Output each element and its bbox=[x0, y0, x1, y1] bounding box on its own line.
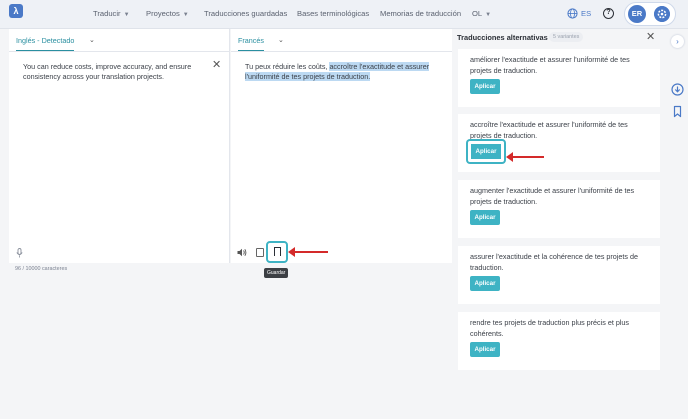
bookmark-icon bbox=[274, 247, 281, 256]
chevron-down-icon[interactable]: ⌄ bbox=[278, 36, 284, 44]
save-tooltip: Guardar bbox=[264, 268, 289, 278]
target-panel: Francés ⌄ Tu peux réduire les coûts, acc… bbox=[231, 29, 452, 263]
microphone-icon[interactable] bbox=[16, 248, 23, 258]
apply-button[interactable]: Aplicar bbox=[470, 210, 500, 225]
bookmark-icon[interactable] bbox=[671, 105, 684, 118]
nav-label: OL bbox=[472, 9, 483, 18]
divider bbox=[9, 51, 229, 52]
gear-icon[interactable] bbox=[654, 6, 670, 22]
nav-label: Traducir bbox=[93, 9, 121, 18]
alternative-text: améliorer l'exactitude et assurer l'unif… bbox=[470, 55, 630, 75]
source-language-tab[interactable]: Inglés - Detectado bbox=[16, 36, 75, 52]
chevron-down-icon[interactable]: ⌄ bbox=[89, 36, 95, 44]
alternative-card: augmenter l'exactitude et assurer l'unif… bbox=[458, 180, 660, 238]
close-icon[interactable]: ✕ bbox=[212, 58, 221, 71]
annotation-arrow bbox=[506, 152, 544, 162]
target-text-plain: Tu peux réduire les coûts, bbox=[245, 62, 330, 71]
nav-label: Proyectos bbox=[146, 9, 180, 18]
chevron-right-icon[interactable]: › bbox=[671, 35, 684, 48]
nav-bases-terminologicas[interactable]: Bases terminológicas bbox=[297, 9, 369, 18]
apply-button[interactable]: Aplicar bbox=[468, 141, 504, 162]
alternatives-title: Traducciones alternativas bbox=[457, 33, 548, 42]
source-panel: Inglés - Detectado ⌄ You can reduce cost… bbox=[9, 29, 230, 263]
alternative-card: assurer l'exactitude et la cohérence de … bbox=[458, 246, 660, 304]
alternative-card: améliorer l'exactitude et assurer l'unif… bbox=[458, 49, 660, 107]
alternative-card: rendre tes projets de traduction plus pr… bbox=[458, 312, 660, 370]
speaker-icon[interactable] bbox=[237, 248, 247, 257]
right-rail: › bbox=[667, 29, 688, 419]
nav-ol[interactable]: OL ▼ bbox=[472, 9, 491, 18]
copy-icon[interactable] bbox=[256, 248, 264, 257]
alternative-text: accroître l'exactitude et assurer l'unif… bbox=[470, 120, 628, 140]
apply-button[interactable]: Aplicar bbox=[470, 342, 500, 357]
target-language-tab[interactable]: Francés bbox=[238, 36, 264, 52]
variants-badge: 5 variantes bbox=[549, 32, 584, 42]
help-icon[interactable]: ? bbox=[603, 8, 614, 19]
annotation-arrow bbox=[288, 247, 328, 257]
target-text-output[interactable]: Tu peux réduire les coûts, accroître l'e… bbox=[245, 62, 440, 82]
nav-label: Memorias de traducción bbox=[380, 9, 462, 18]
nav-label: Bases terminológicas bbox=[297, 9, 370, 18]
logo-icon[interactable]: λ bbox=[9, 4, 23, 18]
download-icon[interactable] bbox=[671, 83, 684, 96]
alternative-text: assurer l'exactitude et la cohérence de … bbox=[470, 252, 638, 272]
divider bbox=[231, 51, 452, 52]
chevron-down-icon: ▼ bbox=[182, 12, 189, 18]
character-count: 96 / 10000 caracteres bbox=[15, 266, 68, 272]
language-selector[interactable]: ES bbox=[581, 9, 591, 18]
save-button[interactable] bbox=[266, 241, 288, 263]
alternatives-header: Traducciones alternativas 5 variantes ✕ bbox=[457, 29, 661, 48]
top-navigation-bar: λ Traducir ▼ Proyectos ▼ Traducciones guar… bbox=[0, 0, 688, 29]
account-menu[interactable]: ER bbox=[624, 2, 676, 26]
nav-proyectos[interactable]: Proyectos ▼ bbox=[146, 9, 189, 18]
alternative-text: rendre tes projets de traduction plus pr… bbox=[470, 318, 630, 338]
nav-traducir[interactable]: Traducir ▼ bbox=[93, 9, 130, 18]
nav-traducciones-guardadas[interactable]: Traducciones guardadas bbox=[204, 9, 287, 18]
chevron-down-icon: ▼ bbox=[485, 12, 492, 18]
nav-memorias-de-traduccion[interactable]: Memorias de traducción bbox=[380, 9, 461, 18]
source-text-input[interactable]: You can reduce costs, improve accuracy, … bbox=[23, 62, 203, 82]
nav-label: Traducciones guardadas bbox=[204, 9, 288, 18]
apply-button[interactable]: Aplicar bbox=[470, 276, 500, 291]
apply-button[interactable]: Aplicar bbox=[470, 79, 500, 94]
avatar[interactable]: ER bbox=[628, 5, 646, 23]
chevron-down-icon: ▼ bbox=[123, 12, 130, 18]
alternative-card: accroître l'exactitude et assurer l'unif… bbox=[458, 114, 660, 172]
close-icon[interactable]: ✕ bbox=[646, 30, 655, 43]
alternative-text: augmenter l'exactitude et assurer l'unif… bbox=[470, 186, 635, 206]
globe-icon[interactable] bbox=[567, 8, 578, 19]
